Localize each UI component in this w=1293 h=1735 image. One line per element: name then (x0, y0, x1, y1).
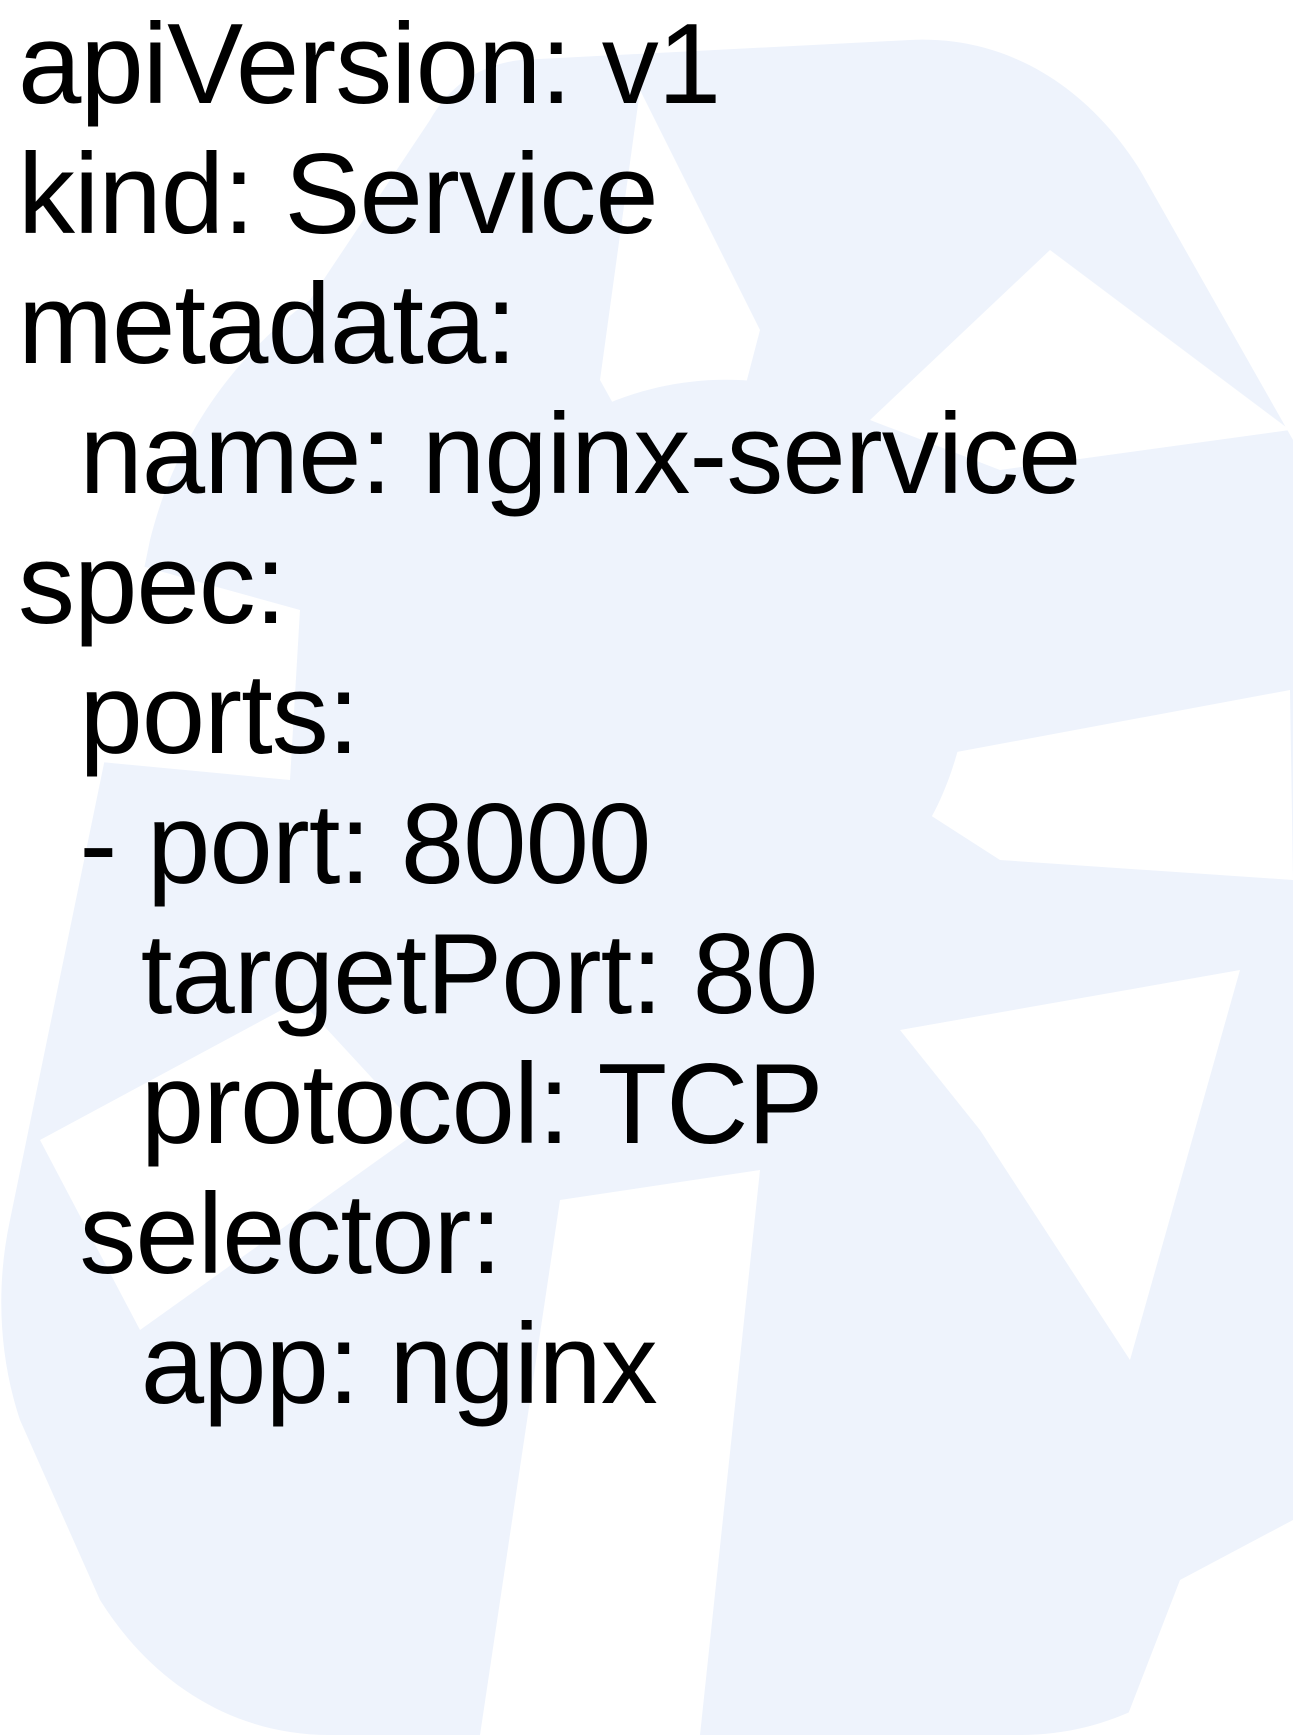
code-line: targetPort: 80 (18, 911, 819, 1038)
code-line: kind: Service (18, 131, 659, 258)
code-line: selector: (18, 1171, 502, 1298)
code-line: spec: (18, 521, 286, 648)
code-line: metadata: (18, 261, 517, 388)
code-line: apiVersion: v1 (18, 1, 721, 128)
yaml-code-block: apiVersion: v1 kind: Service metadata: n… (18, 0, 1293, 1735)
code-line: - port: 8000 (18, 781, 651, 908)
code-line: protocol: TCP (18, 1041, 824, 1168)
code-line: app: nginx (18, 1301, 658, 1428)
code-line: ports: (18, 651, 359, 778)
code-line: name: nginx-service (18, 391, 1081, 518)
